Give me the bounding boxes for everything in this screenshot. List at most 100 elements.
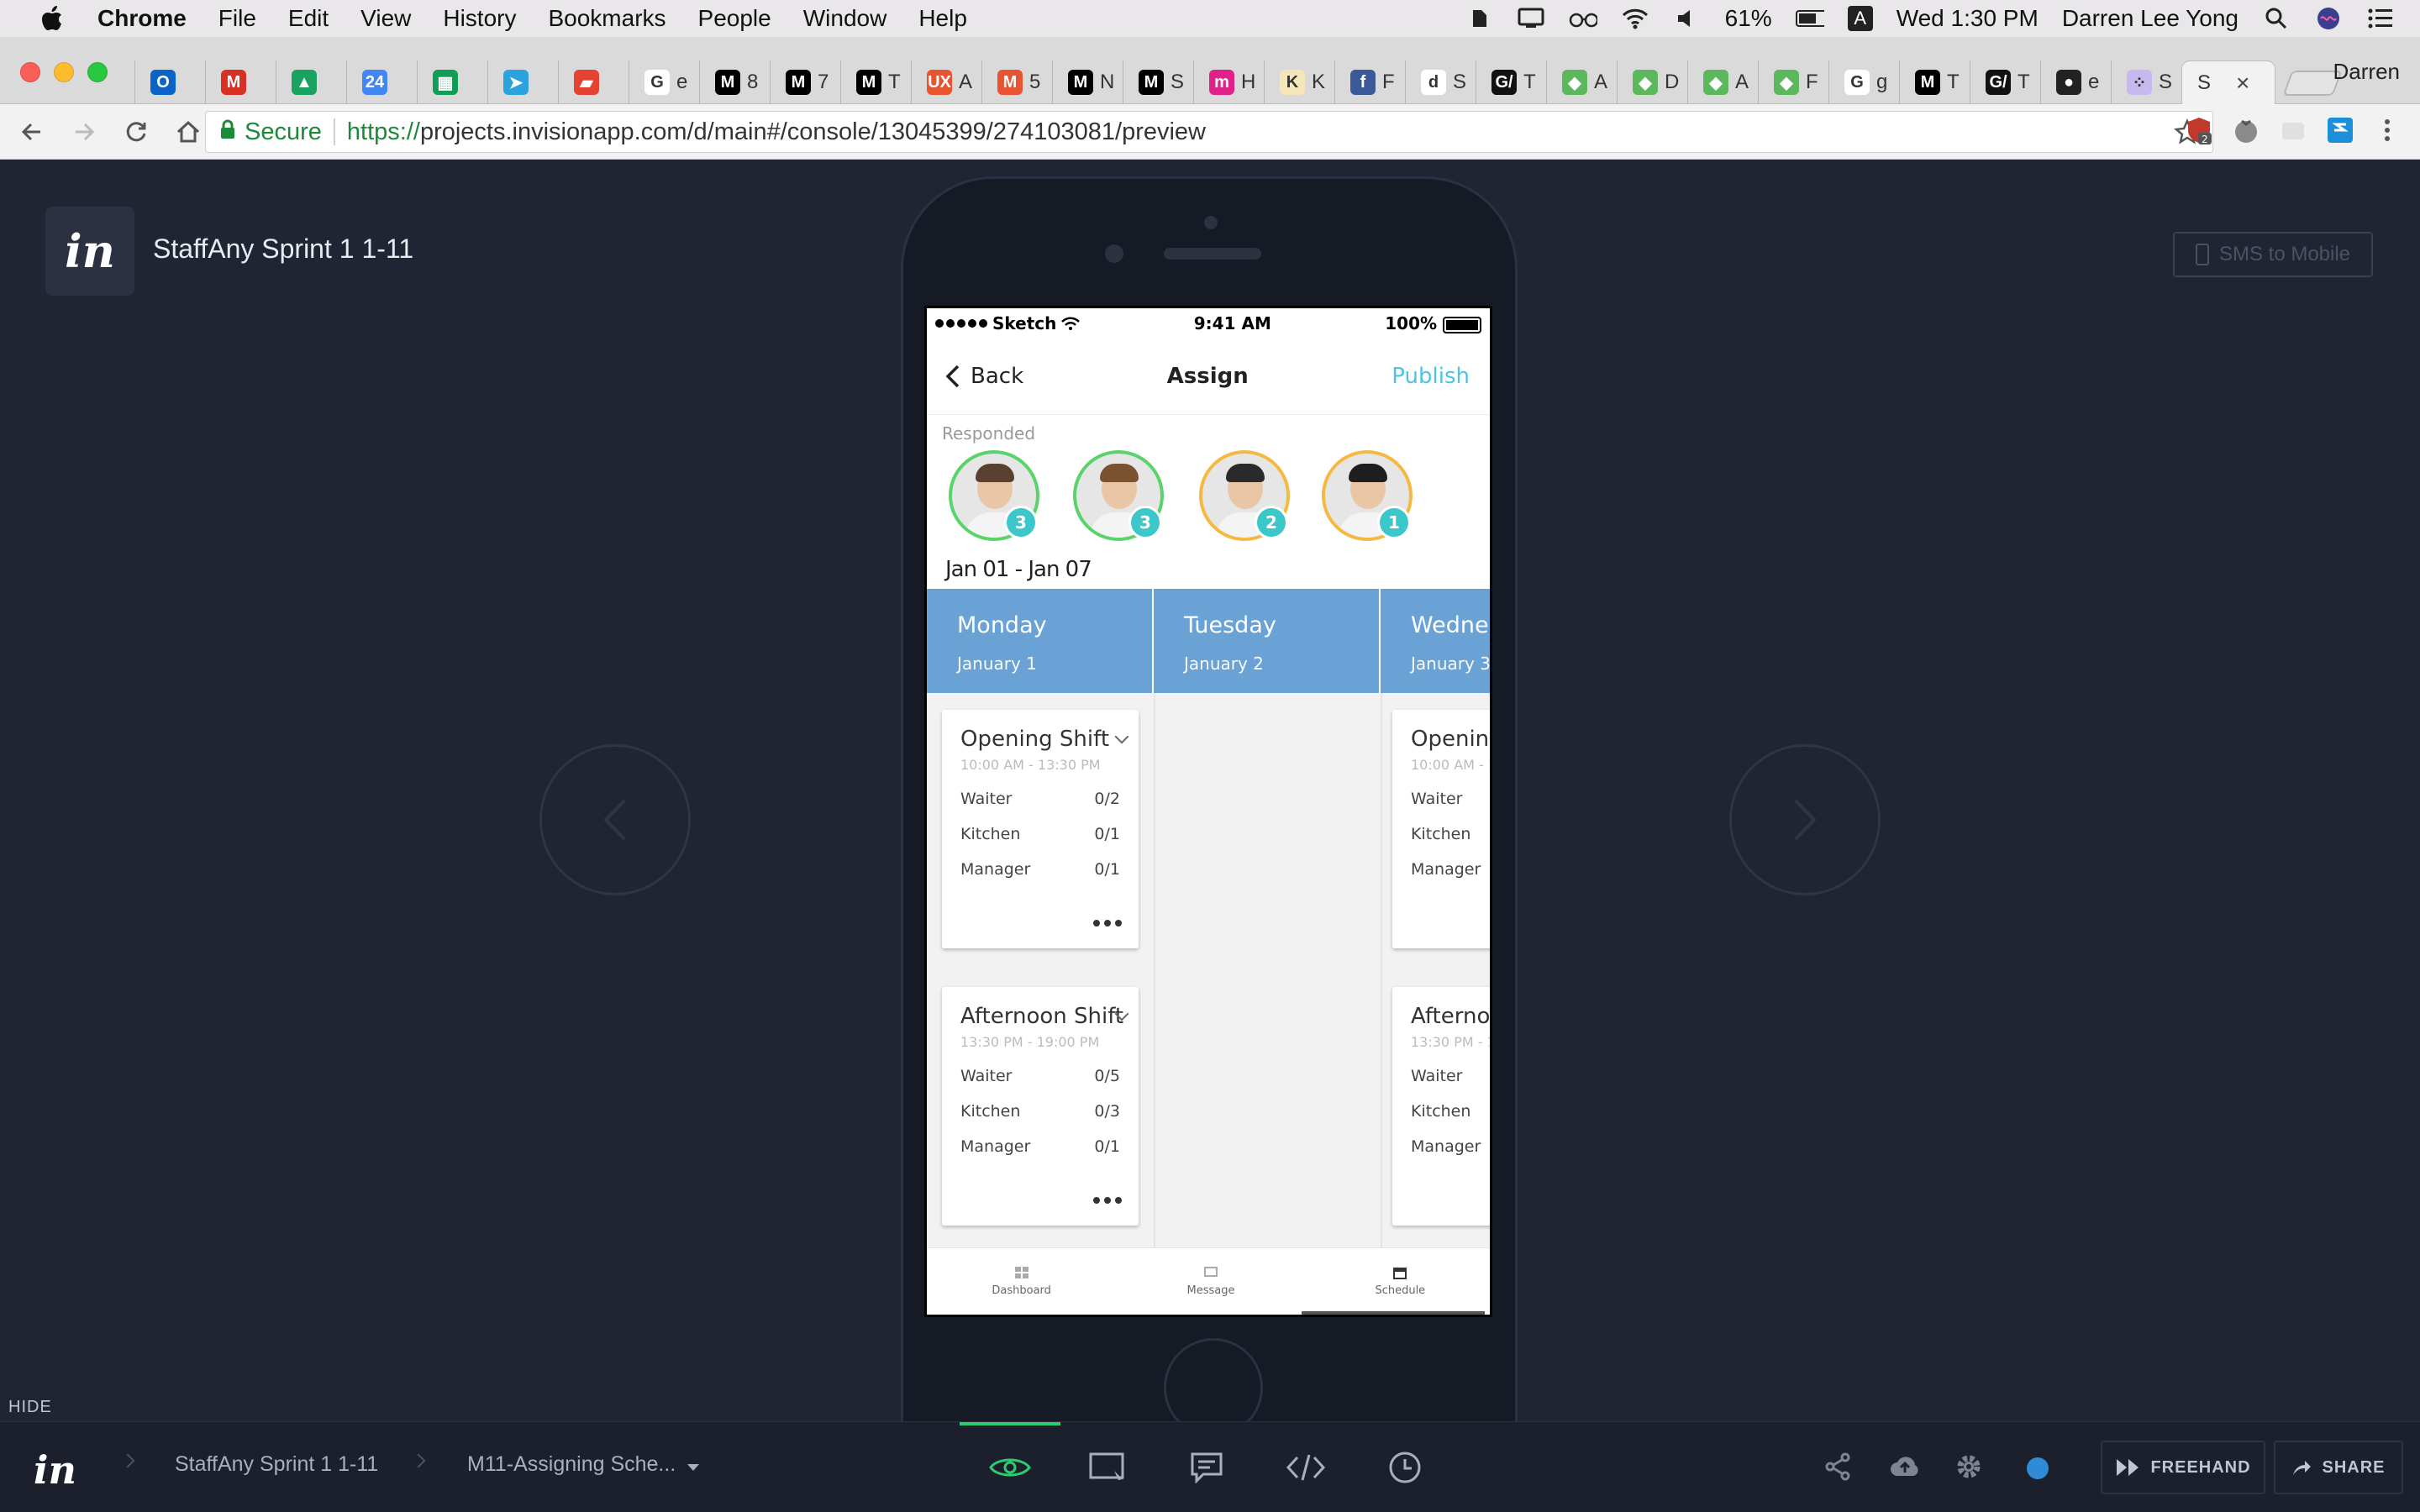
browser-tab[interactable]: UX A [911, 60, 981, 104]
cloud-sync-icon[interactable] [1889, 1454, 1921, 1483]
role-row[interactable]: Waiter [1411, 1067, 1490, 1085]
role-row[interactable]: Manager 0/1 [960, 1137, 1139, 1156]
browser-tab[interactable]: KK [1264, 60, 1334, 104]
day-header-tuesday[interactable]: Tuesday January 2 [1154, 589, 1381, 693]
close-tab-icon[interactable]: × [2236, 70, 2249, 97]
settings-gear-icon[interactable] [1954, 1452, 1983, 1485]
comment-mode-tab[interactable] [1156, 1422, 1257, 1512]
browser-tab[interactable]: ◆ A [1546, 60, 1617, 104]
role-row[interactable]: Waiter 0/2 [960, 790, 1139, 808]
more-options-icon[interactable] [1093, 920, 1122, 927]
tab-dashboard[interactable]: Dashboard [927, 1248, 1116, 1315]
inspect-mode-tab[interactable] [1255, 1422, 1356, 1512]
browser-tab[interactable]: mH [1193, 60, 1264, 104]
browser-tab[interactable]: G/T [1970, 60, 2040, 104]
next-screen-button[interactable] [1729, 744, 1881, 895]
shift-card-wednesday-opening[interactable]: Opening Shift 10:00 AM - 13:30 PM Waiter Ki… [1392, 710, 1490, 948]
browser-tab[interactable]: MT [1899, 60, 1970, 104]
role-row[interactable]: Manager [1411, 860, 1490, 879]
browser-tab[interactable]: O [134, 60, 205, 104]
role-row[interactable]: Kitchen 0/1 [960, 825, 1139, 843]
siri-icon[interactable] [2314, 6, 2343, 31]
browser-tab-active[interactable]: S × [2181, 60, 2275, 104]
menu-window[interactable]: Window [803, 5, 887, 32]
close-window-button[interactable] [20, 62, 40, 82]
breadcrumb-screen[interactable]: M11-Assigning Sche... [467, 1452, 676, 1477]
role-row[interactable]: Waiter [1411, 790, 1490, 808]
more-options-icon[interactable] [1093, 1197, 1122, 1204]
menu-clock[interactable]: Wed 1:30 PM [1897, 5, 2039, 32]
tab-schedule[interactable]: Schedule [1306, 1248, 1490, 1315]
reload-button[interactable] [119, 115, 153, 149]
tab-message[interactable]: Message [1116, 1248, 1305, 1315]
browser-tab[interactable]: ▲ [276, 60, 346, 104]
browser-tab[interactable]: ▰ [558, 60, 629, 104]
minimize-window-button[interactable] [54, 62, 74, 82]
display-icon[interactable] [1517, 6, 1545, 31]
back-button[interactable] [15, 115, 49, 149]
extension-icon[interactable] [2279, 116, 2307, 144]
hide-toolbar-button[interactable]: HIDE [8, 1398, 52, 1417]
browser-tab[interactable]: ▦ [417, 60, 487, 104]
browser-tab[interactable]: M [205, 60, 276, 104]
role-row[interactable]: Manager [1411, 1137, 1490, 1156]
spotlight-icon[interactable] [2262, 6, 2291, 31]
browser-tab[interactable]: Gg [1828, 60, 1899, 104]
apple-icon[interactable] [35, 5, 69, 32]
role-row[interactable]: Waiter 0/5 [960, 1067, 1139, 1085]
back-nav-button[interactable]: Back [945, 364, 1023, 389]
menu-view[interactable]: View [360, 5, 411, 32]
browser-tab[interactable]: ◆ F [1758, 60, 1828, 104]
browser-tab[interactable]: ◆ D [1617, 60, 1687, 104]
share-link-icon[interactable] [1823, 1452, 1852, 1485]
evernote-icon[interactable] [1465, 6, 1493, 31]
browser-tab[interactable]: M5 [981, 60, 1052, 104]
role-row[interactable]: Kitchen 0/3 [960, 1102, 1139, 1121]
zoom-window-button[interactable] [87, 62, 108, 82]
browser-tab[interactable]: MN [1052, 60, 1123, 104]
battery-icon[interactable] [1795, 6, 1824, 31]
menu-user[interactable]: Darren Lee Yong [2062, 5, 2238, 32]
preview-mode-tab[interactable] [960, 1422, 1060, 1512]
address-bar[interactable]: Secure https://projects.invisionapp.com/… [205, 111, 2213, 153]
forward-button[interactable] [67, 115, 101, 149]
history-mode-tab[interactable] [1355, 1422, 1455, 1512]
role-row[interactable]: Kitchen [1411, 1102, 1490, 1121]
previous-screen-button[interactable] [539, 744, 691, 895]
notification-center-icon[interactable] [2366, 6, 2395, 31]
menu-file[interactable]: File [218, 5, 256, 32]
url-text[interactable]: https://projects.invisionapp.com/d/main#… [347, 118, 1206, 146]
screen-dropdown-caret[interactable] [687, 1464, 699, 1471]
share-button[interactable]: SHARE [2274, 1441, 2403, 1494]
browser-tab[interactable]: Ge [629, 60, 699, 104]
build-mode-tab[interactable] [1057, 1422, 1158, 1512]
freehand-button[interactable]: FREEHAND [2101, 1441, 2265, 1494]
role-row[interactable]: Manager 0/1 [960, 860, 1139, 879]
browser-tab[interactable]: ➤ [487, 60, 558, 104]
invision-home-logo[interactable]: in [34, 1447, 76, 1493]
wifi-icon[interactable] [1621, 6, 1649, 31]
role-row[interactable]: Kitchen [1411, 825, 1490, 843]
browser-tab[interactable]: M7 [770, 60, 840, 104]
home-button[interactable] [171, 115, 205, 149]
shift-card-wednesday-afternoon[interactable]: Afternoon Shift 13:30 PM - 19:00 PM Waiter… [1392, 987, 1490, 1226]
chrome-menu-icon[interactable] [2373, 116, 2402, 144]
browser-tab[interactable]: dS [1405, 60, 1476, 104]
status-indicator[interactable] [2025, 1456, 2050, 1485]
day-header-wednesday[interactable]: Wednesday January 3 [1381, 589, 1490, 693]
menu-app-name[interactable]: Chrome [97, 5, 187, 32]
menu-edit[interactable]: Edit [288, 5, 329, 32]
browser-tab[interactable]: ⁘ S [2111, 60, 2181, 104]
browser-tab[interactable]: ● e [2040, 60, 2111, 104]
invision-logo[interactable]: in [45, 207, 134, 296]
browser-tab[interactable]: G/T [1476, 60, 1546, 104]
input-source-icon[interactable]: A [1847, 6, 1873, 31]
glasses-icon[interactable] [1569, 6, 1597, 31]
browser-tab[interactable]: ◆ A [1687, 60, 1758, 104]
ublock-extension-icon[interactable]: 2 [2185, 116, 2213, 145]
browser-tab[interactable]: 24 [346, 60, 417, 104]
menu-help[interactable]: Help [918, 5, 967, 32]
browser-tab[interactable]: MS [1123, 60, 1193, 104]
shift-card-monday-opening[interactable]: Opening Shift 10:00 AM - 13:30 PM Waiter 0/… [942, 710, 1139, 948]
publish-button[interactable]: Publish [1392, 364, 1470, 389]
